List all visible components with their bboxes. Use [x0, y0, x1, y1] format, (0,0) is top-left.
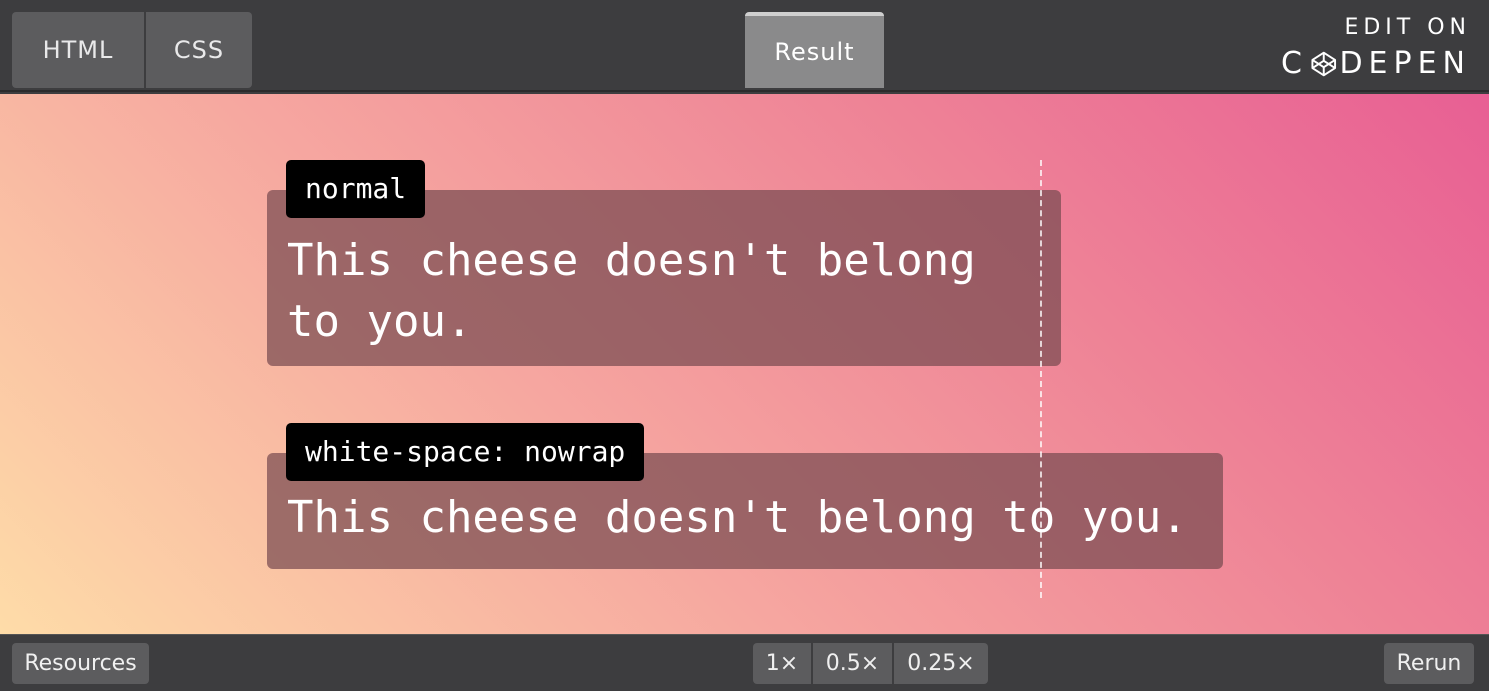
normal-example-text: This cheese doesn't belong to you.: [287, 235, 976, 347]
edit-on-codepen-link[interactable]: EDIT ON C DEPEN: [1281, 14, 1471, 82]
zoom-0-5x-button[interactable]: 0.5×: [813, 643, 892, 684]
zoom-1x-button[interactable]: 1×: [753, 643, 811, 684]
brand-letters-depen: DEPEN: [1339, 46, 1471, 81]
normal-label: normal: [286, 160, 426, 218]
codepen-footer: Resources 1× 0.5× 0.25× Rerun: [0, 634, 1489, 691]
nowrap-example-text: This cheese doesn't belong to you.: [287, 492, 1188, 543]
zoom-0-25x-button[interactable]: 0.25×: [894, 643, 988, 684]
brand-letter-c: C: [1281, 46, 1308, 81]
rerun-button[interactable]: Rerun: [1384, 643, 1474, 684]
resources-button[interactable]: Resources: [12, 643, 149, 684]
edit-on-label: EDIT ON: [1344, 15, 1471, 40]
tab-result[interactable]: Result: [745, 12, 884, 88]
nowrap-label: white-space: nowrap: [286, 423, 645, 481]
codepen-cube-icon: [1311, 51, 1336, 77]
codepen-header: HTML CSS Result EDIT ON C DEPEN: [0, 0, 1489, 92]
codepen-logo: C DEPEN: [1281, 46, 1471, 82]
width-guide-line: [1040, 160, 1042, 598]
tab-html[interactable]: HTML: [12, 12, 144, 88]
tab-css[interactable]: CSS: [146, 12, 252, 88]
result-preview: This cheese doesn't belong to you. norma…: [0, 94, 1489, 634]
